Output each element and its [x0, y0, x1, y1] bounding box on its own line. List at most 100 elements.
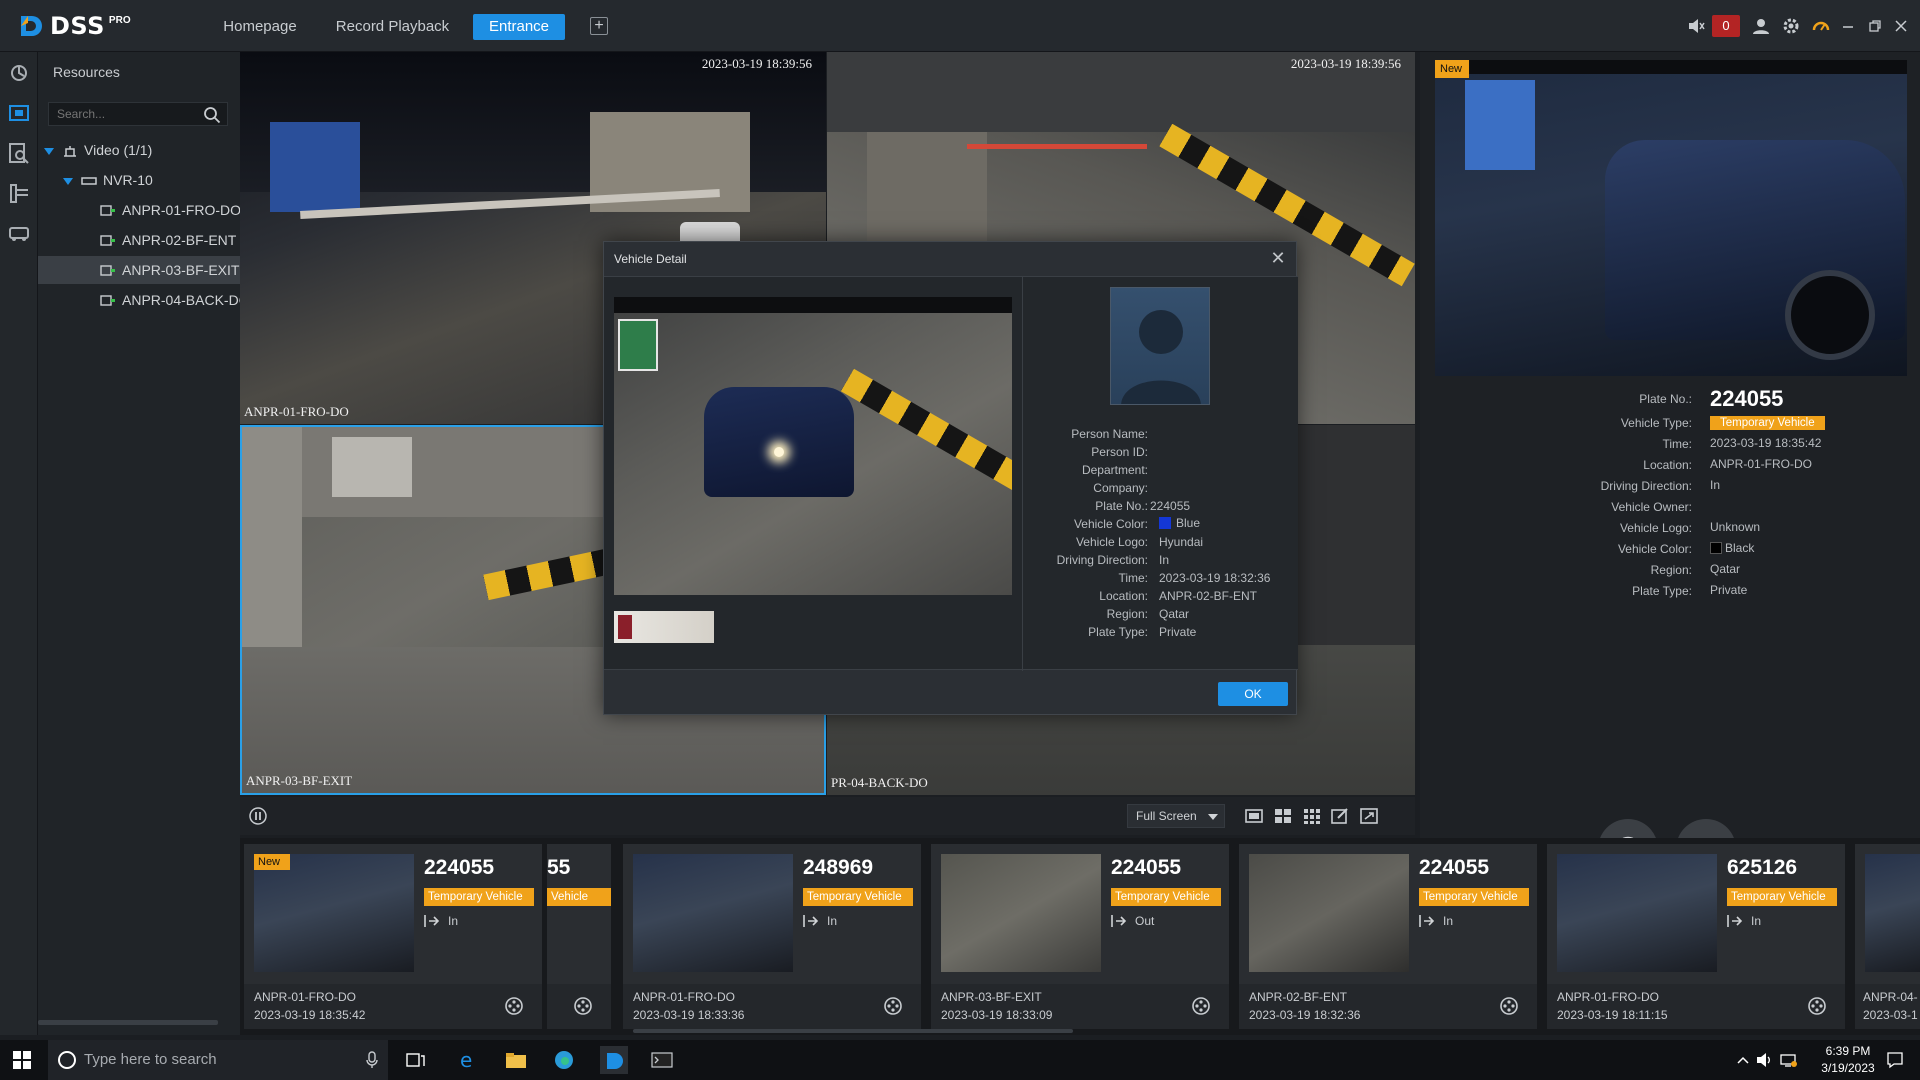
- task-view-icon[interactable]: [402, 1046, 430, 1074]
- network-icon[interactable]: [1780, 1052, 1798, 1068]
- event-card-location: ANPR-01-FRO-DO: [254, 990, 357, 1004]
- event-card[interactable]: 224055 Temporary Vehicle Out ANPR-03-BF-…: [931, 844, 1229, 1029]
- tab-homepage[interactable]: Homepage: [210, 14, 310, 40]
- expand-caret-icon[interactable]: [44, 147, 54, 155]
- film-reel-icon[interactable]: [1807, 996, 1827, 1016]
- event-card-direction: In: [1727, 914, 1761, 928]
- dss-logo-icon: [21, 16, 42, 36]
- tree-node-video[interactable]: Video (1/1): [38, 136, 240, 164]
- tree-label: NVR-10: [103, 172, 153, 188]
- vehicle-logo-value: Unknown: [1710, 520, 1761, 534]
- tree-node-nvr[interactable]: NVR-10: [38, 166, 240, 194]
- plate-crop-image: [614, 611, 714, 643]
- film-reel-icon[interactable]: [883, 996, 903, 1016]
- tab-entrance[interactable]: Entrance: [473, 14, 565, 40]
- restore-icon[interactable]: [1864, 15, 1886, 37]
- nine-window-icon[interactable]: [1302, 806, 1322, 826]
- event-card-type: Temporary Vehicle: [1727, 888, 1837, 906]
- search-record-icon[interactable]: [8, 142, 30, 164]
- live-view-icon[interactable]: [8, 102, 30, 124]
- resource-search-input[interactable]: [55, 105, 195, 123]
- pause-all-icon[interactable]: [248, 806, 268, 826]
- ok-button[interactable]: OK: [1218, 682, 1288, 706]
- dialog-close-icon[interactable]: ✕: [1268, 248, 1288, 268]
- event-card[interactable]: 224055 Temporary Vehicle In ANPR-02-BF-E…: [1239, 844, 1537, 1029]
- brand-name: DSS: [50, 12, 105, 40]
- user-icon[interactable]: [1750, 15, 1772, 37]
- event-card-partial[interactable]: ANPR-04- 2023-03-1: [1855, 844, 1920, 1029]
- microphone-icon[interactable]: [366, 1051, 378, 1069]
- taskbar-clock-time[interactable]: 6:39 PM: [1818, 1044, 1878, 1058]
- event-card-time: 2023-03-19 18:33:09: [941, 1008, 1053, 1022]
- edge-legacy-icon[interactable]: e: [454, 1046, 482, 1074]
- event-card[interactable]: 625126 Temporary Vehicle In ANPR-01-FRO-…: [1547, 844, 1845, 1029]
- notification-center-icon[interactable]: [1886, 1051, 1904, 1069]
- event-card-thumbnail: [1249, 854, 1409, 972]
- resources-title: Resources: [53, 64, 120, 80]
- event-card[interactable]: New 224055 Temporary Vehicle In ANPR-01-…: [244, 844, 542, 1029]
- barrier-icon[interactable]: [8, 182, 30, 204]
- edge-browser-icon[interactable]: [550, 1046, 578, 1074]
- company-label: Company:: [1093, 481, 1148, 495]
- minimize-icon[interactable]: [1837, 15, 1859, 37]
- direction-text: In: [448, 914, 459, 928]
- resources-scrollbar[interactable]: [38, 1020, 218, 1025]
- film-reel-icon[interactable]: [504, 996, 524, 1016]
- four-window-icon[interactable]: [1273, 806, 1293, 826]
- windows-start-icon[interactable]: [12, 1050, 32, 1070]
- film-reel-icon[interactable]: [1191, 996, 1211, 1016]
- show-hidden-icons-chevron[interactable]: [1736, 1054, 1750, 1066]
- single-window-icon[interactable]: [1244, 806, 1264, 826]
- layout-mode-select[interactable]: Full Screen: [1127, 804, 1225, 828]
- event-card-location: ANPR-03-BF-EXIT: [941, 990, 1042, 1004]
- edit-layout-icon[interactable]: [1330, 806, 1350, 826]
- event-card-direction: Out: [1111, 914, 1154, 928]
- tree-item-camera-4[interactable]: ANPR-04-BACK-DO: [38, 286, 240, 314]
- event-card-partial[interactable]: 55 Vehicle: [547, 844, 611, 1029]
- event-card-location: ANPR-01-FRO-DO: [1557, 990, 1660, 1004]
- plate-country-strip: [618, 615, 632, 639]
- direction-text: In: [1751, 914, 1762, 928]
- exit-icon: [1111, 915, 1127, 927]
- fullscreen-icon[interactable]: [1359, 806, 1379, 826]
- tree-item-camera-1[interactable]: ANPR-01-FRO-DO: [38, 196, 240, 224]
- speaker-muted-icon[interactable]: [1685, 15, 1707, 37]
- refresh-icon[interactable]: [8, 62, 30, 84]
- taskbar-search-box[interactable]: Type here to search: [48, 1040, 388, 1080]
- vehicle-snapshot: [614, 297, 1012, 595]
- taskbar-clock-date[interactable]: 3/19/2023: [1816, 1061, 1880, 1075]
- alarm-count-badge[interactable]: 0: [1712, 15, 1740, 37]
- expand-caret-icon[interactable]: [63, 177, 73, 185]
- event-strip-scrollbar[interactable]: [633, 1029, 1073, 1033]
- camera-online-icon: [100, 265, 115, 276]
- enter-icon: [1727, 915, 1743, 927]
- film-reel-icon[interactable]: [1499, 996, 1519, 1016]
- os-taskbar: Type here to search e 6:39 PM 3/19/2023: [0, 1040, 1920, 1080]
- tree-item-camera-3[interactable]: ANPR-03-BF-EXIT: [38, 256, 240, 284]
- event-card-footer: ANPR-03-BF-EXIT 2023-03-19 18:33:09: [931, 984, 1229, 1029]
- tree-item-camera-2[interactable]: ANPR-02-BF-ENT: [38, 226, 240, 254]
- event-snapshot[interactable]: New: [1435, 60, 1907, 376]
- tab-record-playback[interactable]: Record Playback: [330, 14, 455, 40]
- terminal-icon[interactable]: [648, 1046, 676, 1074]
- enter-icon: [803, 915, 819, 927]
- driving-direction-label: Driving Direction:: [1056, 553, 1148, 567]
- vehicle-logo-label: Vehicle Logo:: [1619, 521, 1692, 535]
- resource-search-box[interactable]: [48, 102, 228, 126]
- location-label: Location:: [1099, 589, 1148, 603]
- search-icon[interactable]: [203, 106, 221, 124]
- snapshot-header-strip: [1435, 60, 1907, 74]
- event-card-type: Vehicle: [547, 888, 611, 906]
- dss-app-taskbar-icon[interactable]: [600, 1046, 628, 1074]
- performance-gauge-icon[interactable]: [1810, 15, 1832, 37]
- event-card-thumbnail: [941, 854, 1101, 972]
- event-card[interactable]: 248969 Temporary Vehicle In ANPR-01-FRO-…: [623, 844, 921, 1029]
- add-tab-button[interactable]: +: [590, 17, 608, 35]
- volume-icon[interactable]: [1756, 1052, 1774, 1068]
- dialog-title: Vehicle Detail: [614, 252, 687, 266]
- gear-icon[interactable]: [1780, 15, 1802, 37]
- close-icon[interactable]: [1890, 15, 1912, 37]
- vehicle-icon[interactable]: [8, 222, 30, 244]
- file-explorer-icon[interactable]: [502, 1046, 530, 1074]
- film-reel-icon[interactable]: [573, 996, 593, 1016]
